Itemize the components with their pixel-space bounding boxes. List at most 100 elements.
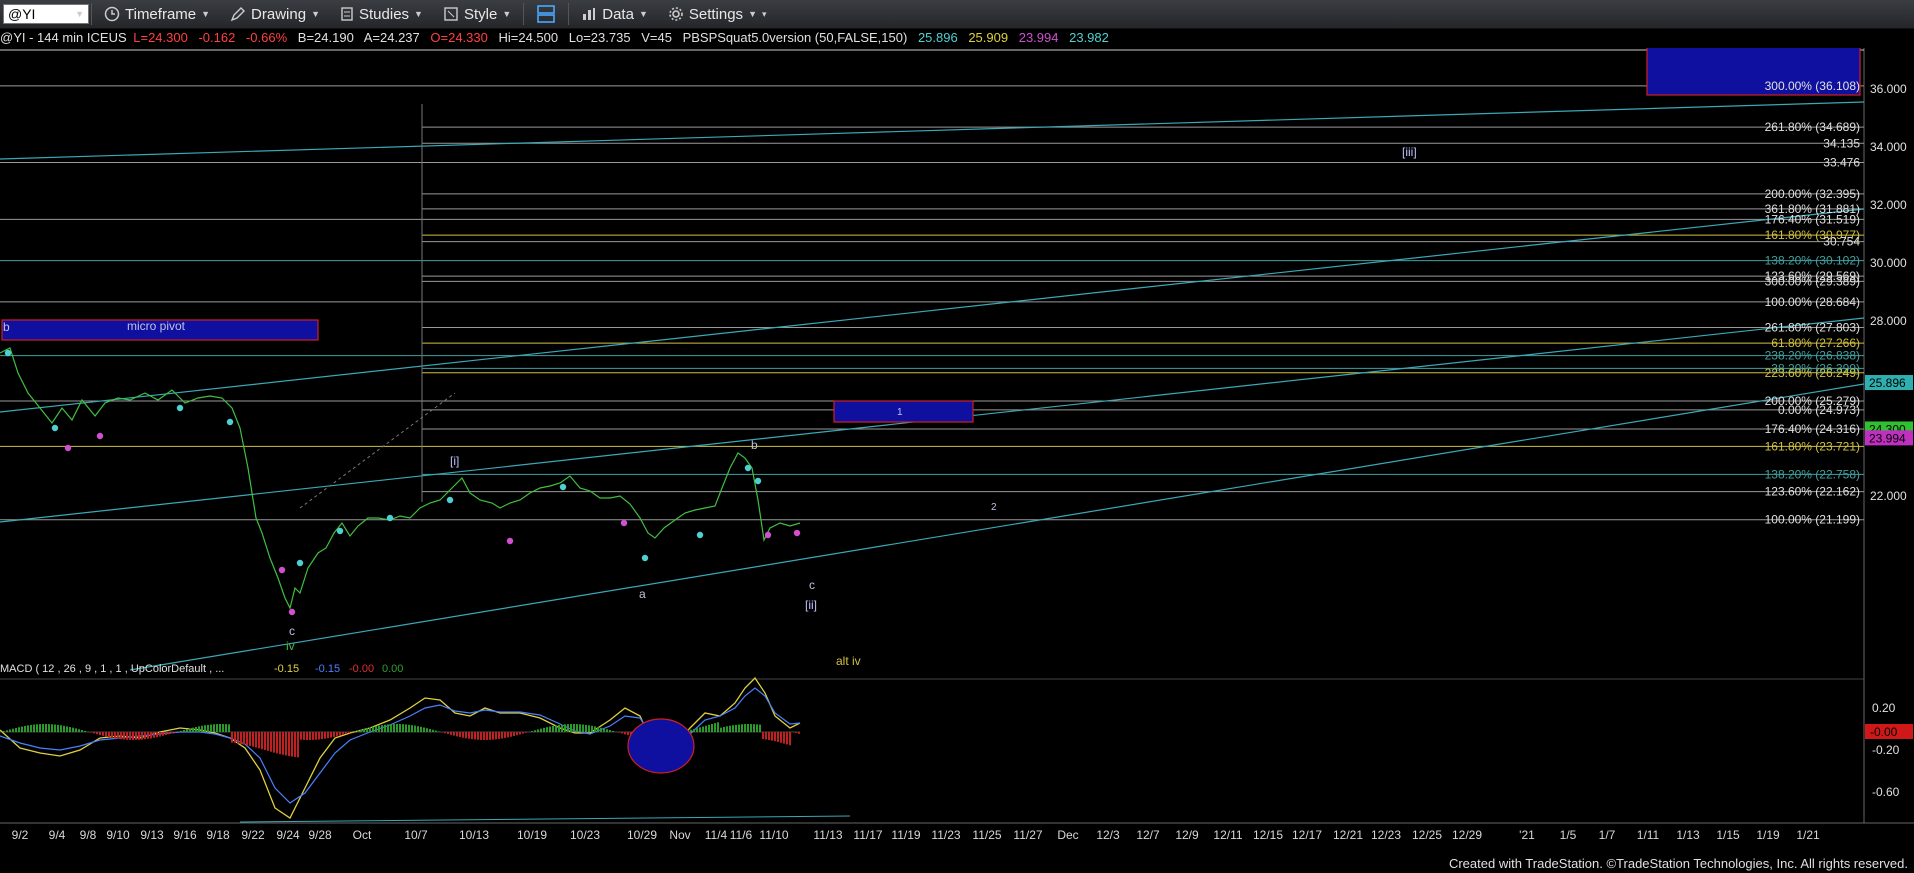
macd-trendline[interactable] xyxy=(239,815,851,823)
histogram-bar xyxy=(375,726,377,732)
histogram-bar xyxy=(462,732,464,738)
settings-menu[interactable]: Settings ▼ ▾ xyxy=(658,0,777,28)
histogram-bar xyxy=(60,725,62,732)
histogram-bar xyxy=(270,732,272,752)
pivot-dots xyxy=(4,349,801,616)
histogram-bar xyxy=(477,732,479,740)
layout-button[interactable] xyxy=(526,0,566,28)
histogram-bar xyxy=(600,727,602,732)
histogram-bar xyxy=(231,732,233,743)
date-tick: 9/16 xyxy=(173,828,197,842)
fib-label: 261.80% (27.803) xyxy=(1765,321,1860,335)
bid-price: B=24.190 xyxy=(297,30,354,45)
histogram-bar xyxy=(699,727,701,732)
histogram-bar xyxy=(426,728,428,732)
histogram-bar xyxy=(186,729,188,732)
histogram-bar xyxy=(720,727,722,732)
date-tick: 9/13 xyxy=(140,828,164,842)
histogram-bar xyxy=(777,732,779,742)
histogram-bar xyxy=(603,728,605,732)
histogram-bar xyxy=(72,727,74,732)
drawing-menu[interactable]: Drawing ▼ xyxy=(220,0,330,28)
date-tick: 1/15 xyxy=(1716,828,1740,842)
fib-label: 300.00% (36.108) xyxy=(1765,79,1860,93)
histogram-bar xyxy=(417,726,419,732)
histogram-bar xyxy=(552,725,554,732)
studies-menu[interactable]: Studies ▼ xyxy=(330,0,433,28)
histogram-bar xyxy=(330,732,332,738)
histogram-bar xyxy=(354,731,356,732)
histogram-bar xyxy=(312,732,314,740)
date-tick: 12/17 xyxy=(1292,828,1322,842)
histogram-bar xyxy=(48,724,50,732)
macd-axis-tick: 0.20 xyxy=(1872,701,1896,715)
symbol-input[interactable]: @YI ▼ xyxy=(3,4,89,24)
histogram-bar xyxy=(345,732,347,734)
histogram-bar xyxy=(618,732,620,733)
histogram-bar xyxy=(327,732,329,739)
style-menu[interactable]: Style ▼ xyxy=(433,0,521,28)
histogram-bar xyxy=(117,732,119,739)
separator xyxy=(91,3,92,25)
pivot-dot xyxy=(64,444,72,452)
pencil-icon xyxy=(230,7,246,22)
histogram-bar xyxy=(591,725,593,732)
histogram-bar xyxy=(318,732,320,740)
histogram-bar xyxy=(408,724,410,732)
histogram-bar xyxy=(225,724,227,732)
histogram-bar xyxy=(570,724,572,732)
fib-label: 223.60% (26.249) xyxy=(1765,366,1860,380)
timeframe-menu[interactable]: Timeframe ▼ xyxy=(94,0,220,28)
pivot-dot xyxy=(696,531,704,539)
dashed-trendline[interactable] xyxy=(299,392,456,509)
channel-line[interactable] xyxy=(0,208,1865,413)
histogram-bar xyxy=(156,732,158,738)
histogram-bar xyxy=(267,732,269,751)
histogram-bar xyxy=(171,732,173,734)
overflow-chevron-icon[interactable]: ▾ xyxy=(762,9,767,20)
histogram-bar xyxy=(9,729,11,732)
histogram-bar xyxy=(798,732,800,734)
histogram-bar xyxy=(303,732,305,740)
wave-1-box[interactable] xyxy=(833,400,974,423)
date-tick: 11/19 xyxy=(891,828,920,842)
highlight-ellipse[interactable] xyxy=(627,718,695,774)
histogram-bar xyxy=(387,724,389,732)
histogram-bar xyxy=(405,724,407,732)
data-menu[interactable]: Data ▼ xyxy=(571,0,658,28)
date-tick: '21 xyxy=(1519,828,1535,842)
bar-chart-icon xyxy=(583,8,596,20)
price-tag-text: 23.994 xyxy=(1869,431,1906,445)
histogram-bar xyxy=(114,732,116,739)
date-tick: Nov xyxy=(669,828,690,842)
chevron-down-icon[interactable]: ▼ xyxy=(75,9,84,19)
price-chart[interactable]: b micro pivot [i] b a c [ii] c iv alt iv… xyxy=(0,41,1914,848)
histogram-bar xyxy=(711,723,713,732)
histogram-bar xyxy=(45,724,47,732)
histogram-bar xyxy=(498,732,500,739)
histogram-bar xyxy=(321,732,323,740)
macd-value: 0.00 xyxy=(382,663,403,675)
date-tick: 9/24 xyxy=(276,828,300,842)
low-price: Lo=23.735 xyxy=(568,30,631,45)
style-icon xyxy=(444,7,458,21)
macd-pane xyxy=(0,676,851,823)
channel-line[interactable] xyxy=(0,101,1865,160)
chart-area[interactable]: b micro pivot [i] b a c [ii] c iv alt iv… xyxy=(0,41,1914,853)
fib-text: 300.00% (36.108) 261.80% (34.689) 34.135 33… xyxy=(1765,79,1861,527)
histogram-bar xyxy=(546,727,548,732)
channel-line[interactable] xyxy=(129,383,1865,671)
net-change: -0.162 xyxy=(198,30,236,45)
date-tick: Oct xyxy=(353,828,372,842)
histogram-bar xyxy=(741,724,743,732)
macd-axis-tick: -0.20 xyxy=(1872,743,1900,757)
wave-label: [i] xyxy=(450,454,459,468)
study-value: 23.982 xyxy=(1069,30,1109,45)
histogram-bar xyxy=(750,724,752,732)
fib-label: 123.60% (22.162) xyxy=(1765,485,1860,499)
histogram-bar xyxy=(234,732,236,743)
histogram-bar xyxy=(165,732,167,736)
histogram-bar xyxy=(342,732,344,735)
histogram-bar xyxy=(414,725,416,732)
chevron-down-icon: ▼ xyxy=(638,9,648,19)
